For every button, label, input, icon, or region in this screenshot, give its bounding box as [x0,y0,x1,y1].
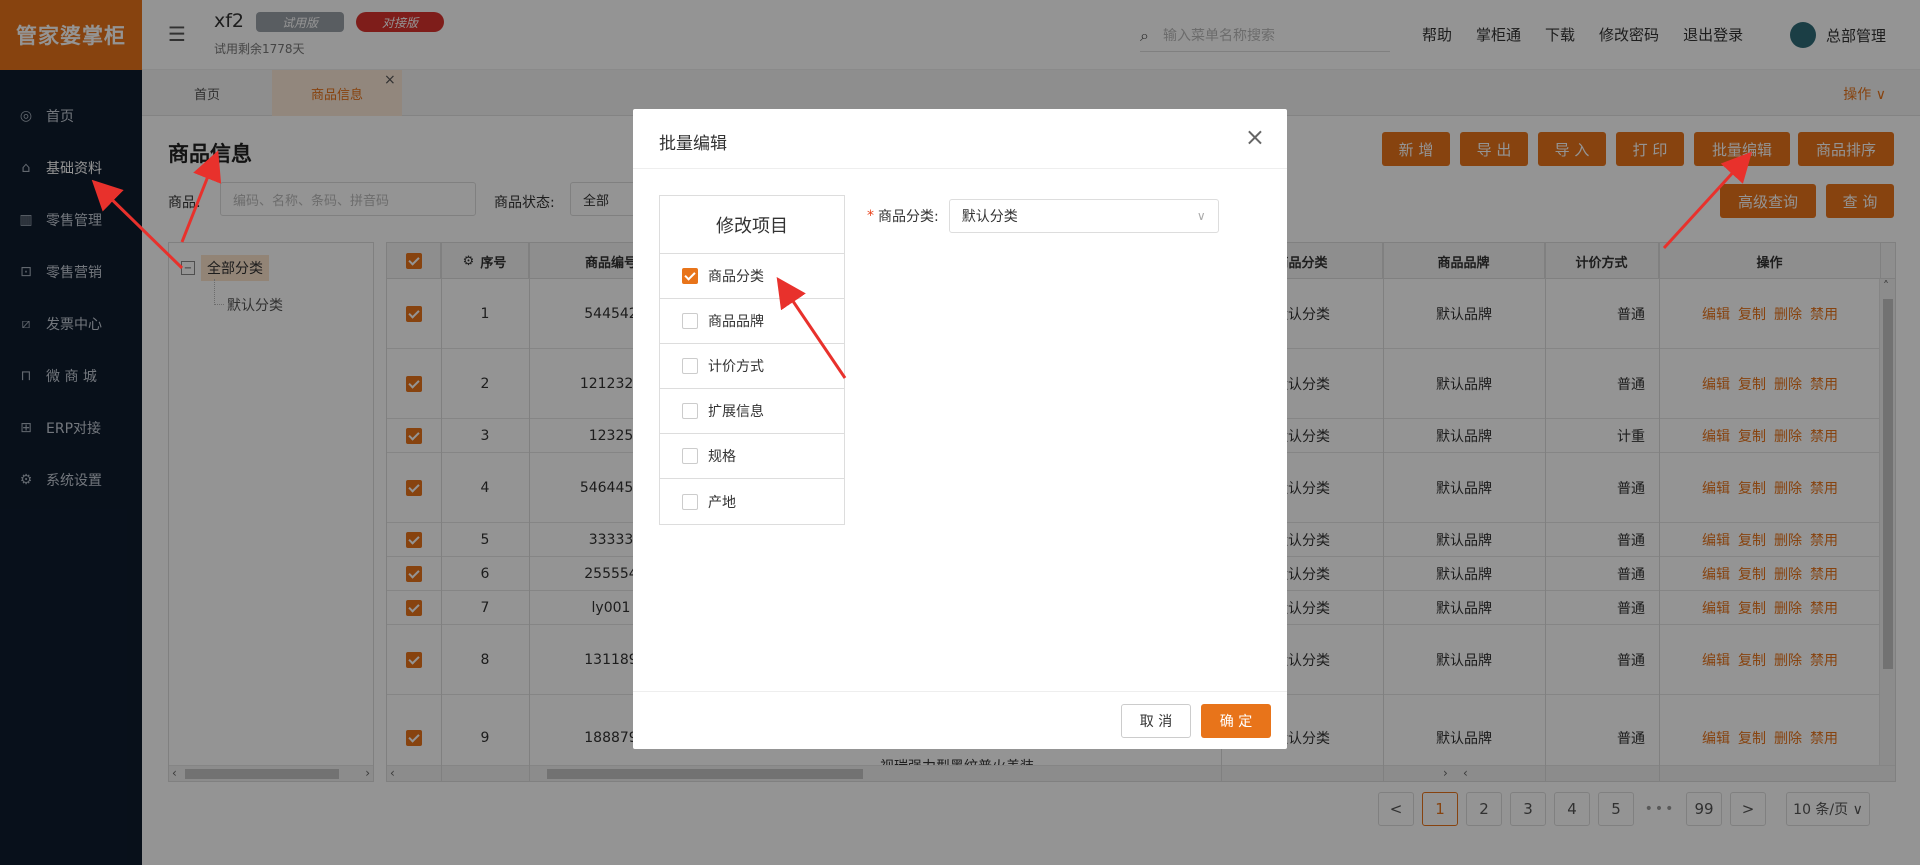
dialog-title: 批量编辑 [659,134,727,154]
chevron-down-icon: ∨ [1196,209,1206,223]
batch-edit-dialog: 批量编辑 × 修改项目 商品分类商品品牌计价方式扩展信息规格产地 * 商品分类:… [633,109,1287,749]
edit-item-label: 计价方式 [708,359,764,375]
category-select-value: 默认分类 [961,209,1018,225]
dialog-footer: 取 消 确 定 [633,691,1287,749]
edit-items-list: 修改项目 商品分类商品品牌计价方式扩展信息规格产地 [659,195,845,525]
edit-item-checkbox[interactable] [682,313,698,329]
edit-item-checkbox[interactable] [682,358,698,374]
edit-item-label: 扩展信息 [708,404,764,420]
edit-item-spec[interactable]: 规格 [660,434,844,479]
edit-item-extended-info[interactable]: 扩展信息 [660,389,844,434]
cancel-button[interactable]: 取 消 [1121,704,1191,738]
edit-item-category[interactable]: 商品分类 [660,254,844,299]
close-icon[interactable]: × [1245,123,1265,151]
edit-item-checkbox[interactable] [682,268,698,284]
edit-item-origin[interactable]: 产地 [660,479,844,524]
dialog-header: 批量编辑 × [633,109,1287,169]
edit-item-label: 商品品牌 [708,314,764,330]
category-select[interactable]: 默认分类 ∨ [948,199,1219,233]
edit-items: 商品分类商品品牌计价方式扩展信息规格产地 [660,254,844,524]
edit-item-pricing[interactable]: 计价方式 [660,344,844,389]
edit-item-label: 规格 [708,449,736,465]
edit-item-checkbox[interactable] [682,403,698,419]
edit-item-label: 产地 [708,494,736,511]
edit-item-label: 商品分类 [708,269,764,285]
required-mark: * [867,208,874,224]
edit-item-checkbox[interactable] [682,448,698,464]
edit-item-checkbox[interactable] [682,493,698,510]
category-field-label: 商品分类: [878,209,939,225]
edit-items-title: 修改项目 [660,196,844,254]
confirm-button[interactable]: 确 定 [1201,704,1271,738]
edit-item-brand[interactable]: 商品品牌 [660,299,844,344]
category-field-row: * 商品分类: 默认分类 ∨ [867,199,1219,233]
